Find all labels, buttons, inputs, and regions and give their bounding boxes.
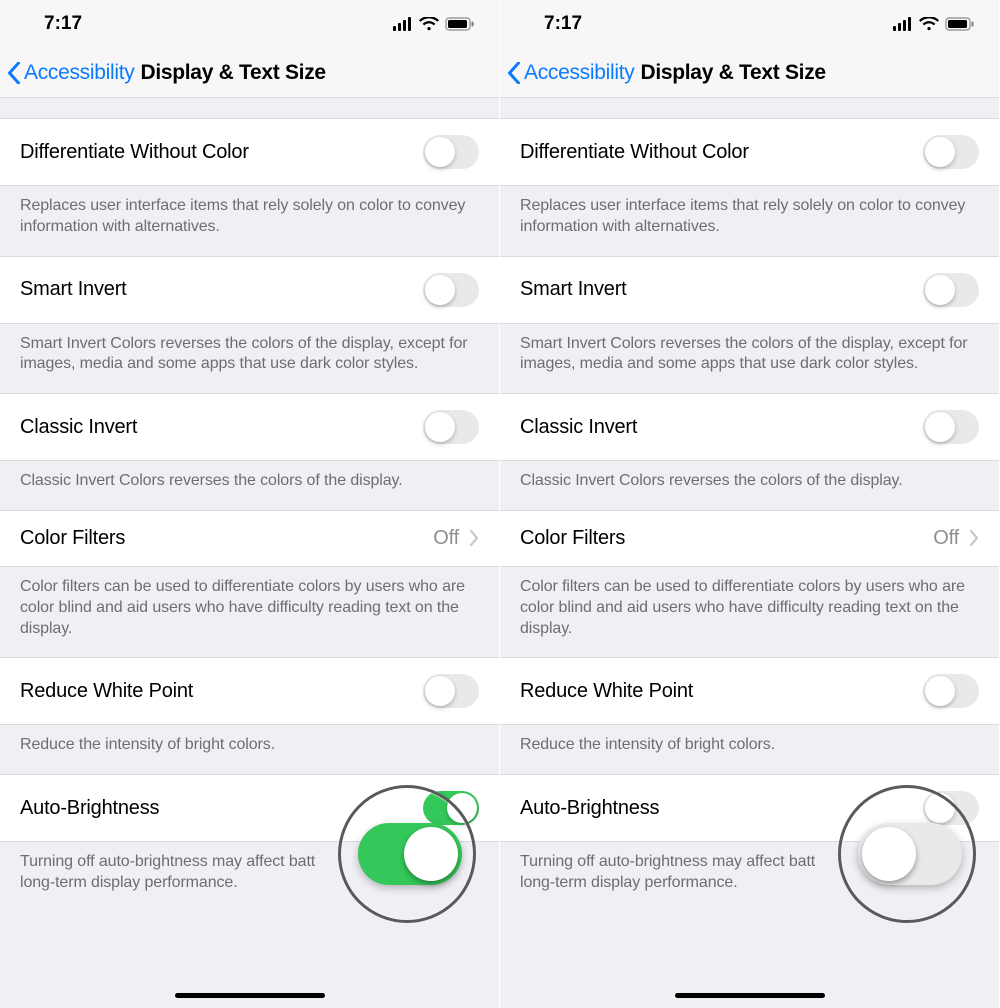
toggle-classic-invert[interactable] [423, 410, 479, 444]
back-label: Accessibility [524, 61, 634, 85]
toggle-auto-brightness[interactable] [923, 791, 979, 825]
footer-differentiate: Replaces user interface items that rely … [0, 186, 499, 256]
color-filters-value: Off [433, 527, 459, 550]
footer-color-filters: Color filters can be used to differentia… [500, 567, 999, 657]
page-title: Display & Text Size [640, 61, 825, 85]
row-reduce-white-point[interactable]: Reduce White Point [0, 657, 499, 725]
cellular-icon [393, 17, 413, 31]
toggle-differentiate[interactable] [923, 135, 979, 169]
toggle-classic-invert[interactable] [923, 410, 979, 444]
row-label: Reduce White Point [20, 680, 193, 703]
row-label: Smart Invert [20, 278, 127, 301]
color-filters-value: Off [933, 527, 959, 550]
footer-classic-invert: Classic Invert Colors reverses the color… [0, 461, 499, 510]
row-label: Differentiate Without Color [20, 141, 249, 164]
toggle-auto-brightness[interactable] [423, 791, 479, 825]
status-time: 7:17 [544, 13, 582, 35]
row-smart-invert[interactable]: Smart Invert [0, 256, 499, 324]
home-indicator [675, 993, 825, 998]
wifi-icon [419, 17, 439, 31]
chevron-left-icon [6, 62, 22, 84]
highlight-toggle-on [358, 823, 462, 885]
battery-icon [445, 17, 475, 31]
row-differentiate[interactable]: Differentiate Without Color [0, 118, 499, 186]
row-reduce-white-point[interactable]: Reduce White Point [500, 657, 999, 725]
row-label: Auto-Brightness [20, 797, 159, 820]
row-label: Color Filters [20, 527, 125, 550]
toggle-reduce-white-point[interactable] [423, 674, 479, 708]
toggle-reduce-white-point[interactable] [923, 674, 979, 708]
row-label: Classic Invert [520, 416, 637, 439]
footer-differentiate: Replaces user interface items that rely … [500, 186, 999, 256]
footer-smart-invert: Smart Invert Colors reverses the colors … [0, 324, 499, 394]
back-button[interactable]: Accessibility [506, 61, 634, 85]
chevron-left-icon [506, 62, 522, 84]
row-smart-invert[interactable]: Smart Invert [500, 256, 999, 324]
battery-icon [945, 17, 975, 31]
toggle-smart-invert[interactable] [923, 273, 979, 307]
highlight-toggle-off [858, 823, 962, 885]
status-bar: 7:17 [0, 0, 499, 48]
row-differentiate[interactable]: Differentiate Without Color [500, 118, 999, 186]
row-label: Differentiate Without Color [520, 141, 749, 164]
status-icons [393, 17, 475, 31]
row-label: Reduce White Point [520, 680, 693, 703]
phone-screen-1: 7:17 Accessibility Display & Text Size D… [0, 0, 500, 1008]
back-label: Accessibility [24, 61, 134, 85]
home-indicator [175, 993, 325, 998]
status-time: 7:17 [44, 13, 82, 35]
footer-smart-invert: Smart Invert Colors reverses the colors … [500, 324, 999, 394]
row-color-filters[interactable]: Color Filters Off [0, 510, 499, 567]
chevron-right-icon [469, 530, 479, 546]
row-classic-invert[interactable]: Classic Invert [500, 393, 999, 461]
toggle-differentiate[interactable] [423, 135, 479, 169]
nav-bar: Accessibility Display & Text Size [0, 48, 499, 98]
row-label: Color Filters [520, 527, 625, 550]
phone-screen-2: 7:17 Accessibility Display & Text Size D… [500, 0, 1000, 1008]
footer-reduce-white-point: Reduce the intensity of bright colors. [500, 725, 999, 774]
toggle-smart-invert[interactable] [423, 273, 479, 307]
chevron-right-icon [969, 530, 979, 546]
row-label: Smart Invert [520, 278, 627, 301]
status-bar: 7:17 [500, 0, 999, 48]
row-label: Auto-Brightness [520, 797, 659, 820]
row-label: Classic Invert [20, 416, 137, 439]
row-color-filters[interactable]: Color Filters Off [500, 510, 999, 567]
footer-classic-invert: Classic Invert Colors reverses the color… [500, 461, 999, 510]
footer-color-filters: Color filters can be used to differentia… [0, 567, 499, 657]
footer-reduce-white-point: Reduce the intensity of bright colors. [0, 725, 499, 774]
status-icons [893, 17, 975, 31]
page-title: Display & Text Size [140, 61, 325, 85]
row-classic-invert[interactable]: Classic Invert [0, 393, 499, 461]
wifi-icon [919, 17, 939, 31]
cellular-icon [893, 17, 913, 31]
back-button[interactable]: Accessibility [6, 61, 134, 85]
nav-bar: Accessibility Display & Text Size [500, 48, 999, 98]
